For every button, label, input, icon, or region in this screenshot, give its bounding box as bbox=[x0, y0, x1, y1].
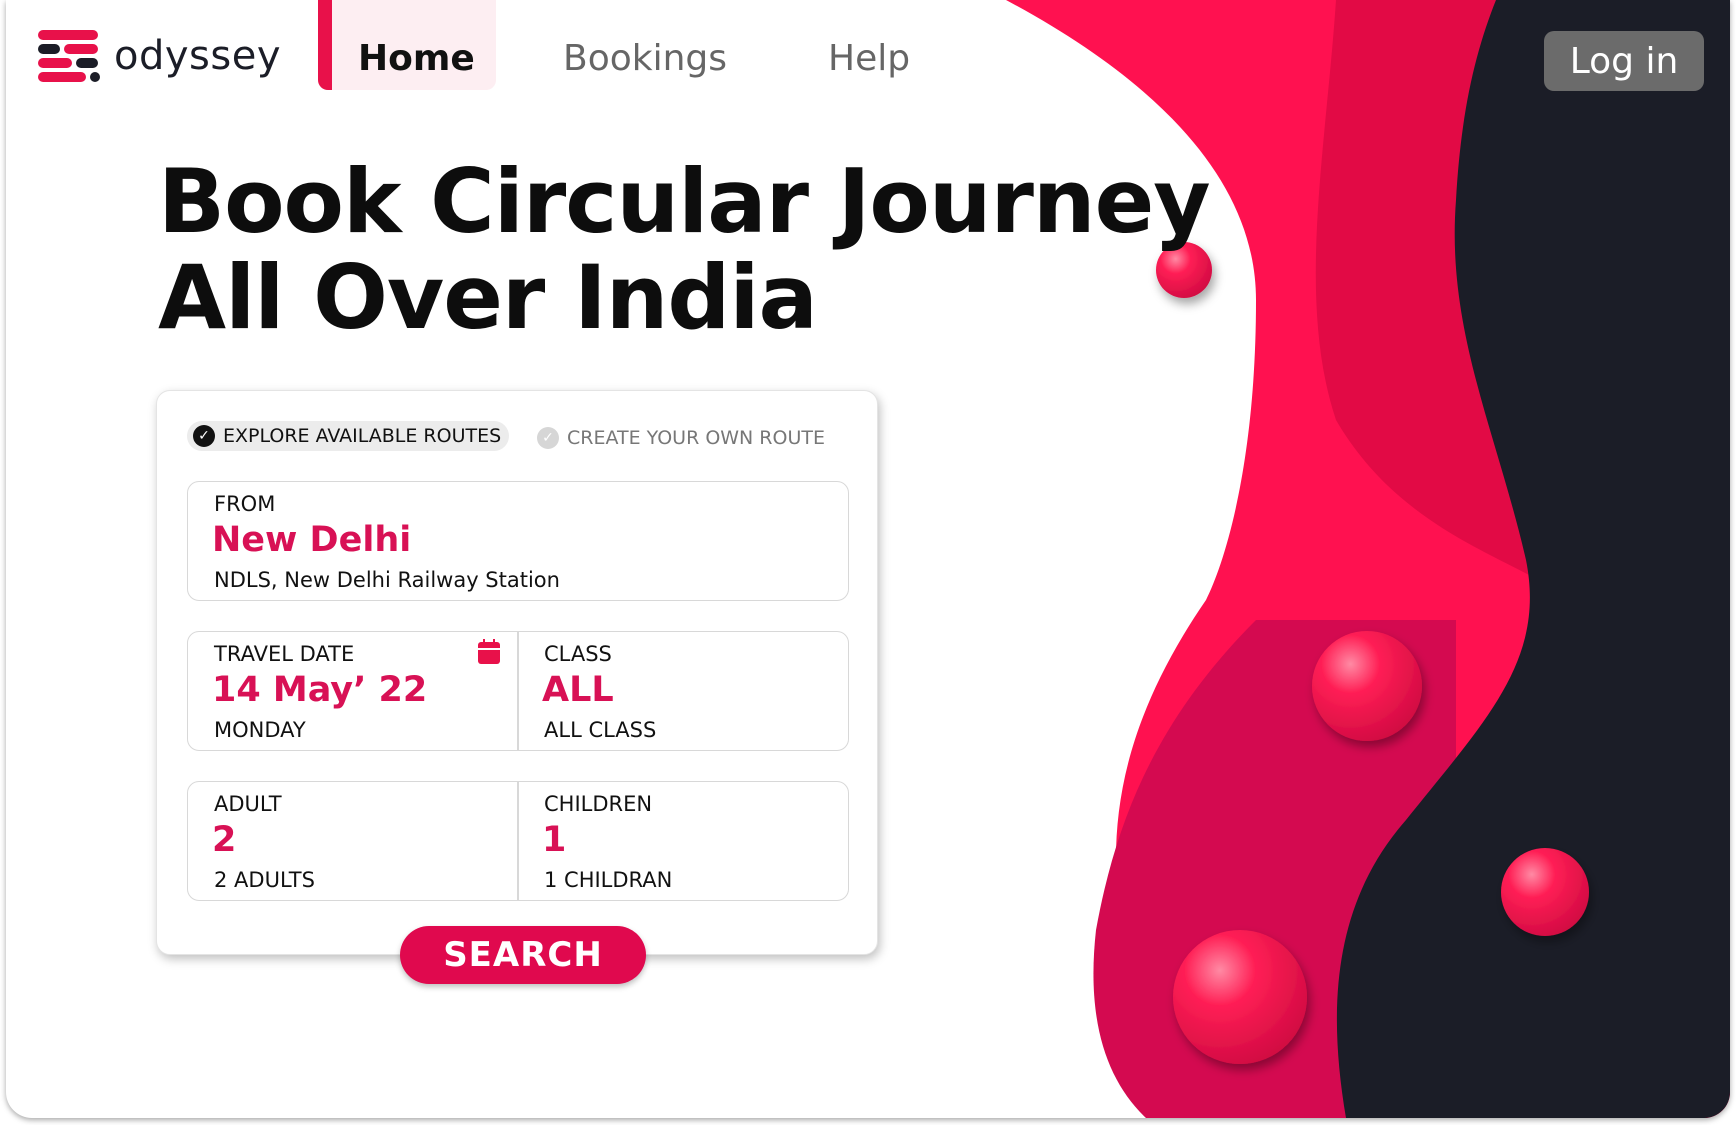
check-circle-icon: ✓ bbox=[537, 427, 559, 449]
from-field[interactable]: FROM New Delhi NDLS, New Delhi Railway S… bbox=[187, 481, 849, 601]
tab-explore-routes[interactable]: ✓ EXPLORE AVAILABLE ROUTES bbox=[187, 421, 510, 451]
check-circle-icon: ✓ bbox=[193, 425, 215, 447]
children-value: 1 bbox=[542, 820, 567, 860]
nav-home-label[interactable]: Home bbox=[358, 38, 475, 79]
hero-heading: Book Circular Journey All Over India bbox=[158, 150, 1211, 349]
hero-line-2: All Over India bbox=[158, 246, 818, 349]
nav-help-link[interactable]: Help bbox=[828, 38, 910, 79]
adult-sub: 2 ADULTS bbox=[214, 868, 315, 892]
nav-bookings-link[interactable]: Bookings bbox=[563, 38, 727, 79]
booking-form-card: ✓ EXPLORE AVAILABLE ROUTES ✓ CREATE YOUR… bbox=[156, 390, 878, 955]
children-field[interactable]: CHILDREN 1 1 CHILDRAN bbox=[518, 782, 847, 900]
travel-date-value: 14 May’ 22 bbox=[212, 670, 428, 710]
search-button[interactable]: SEARCH bbox=[400, 926, 646, 984]
calendar-icon[interactable] bbox=[478, 639, 500, 664]
children-label: CHILDREN bbox=[544, 792, 653, 816]
hero-line-1: Book Circular Journey bbox=[158, 150, 1211, 253]
decorative-sphere bbox=[1173, 930, 1307, 1064]
adult-label: ADULT bbox=[214, 792, 282, 816]
from-station: NDLS, New Delhi Railway Station bbox=[214, 568, 560, 592]
travel-date-field[interactable]: TRAVEL DATE 14 May’ 22 MONDAY bbox=[188, 632, 517, 750]
passengers-row: ADULT 2 2 ADULTS CHILDREN 1 1 CHILDRAN bbox=[187, 781, 849, 901]
children-sub: 1 CHILDRAN bbox=[544, 868, 673, 892]
active-tab-indicator bbox=[318, 0, 332, 90]
tab-explore-label: EXPLORE AVAILABLE ROUTES bbox=[223, 425, 502, 447]
class-sub: ALL CLASS bbox=[544, 718, 657, 742]
class-field[interactable]: CLASS ALL ALL CLASS bbox=[518, 632, 847, 750]
decorative-sphere bbox=[1501, 848, 1589, 936]
tab-create-label: CREATE YOUR OWN ROUTE bbox=[567, 427, 825, 449]
app-window: odyssey Home Bookings Help Log in Book C… bbox=[6, 0, 1730, 1118]
travel-date-label: TRAVEL DATE bbox=[214, 642, 355, 666]
adult-field[interactable]: ADULT 2 2 ADULTS bbox=[188, 782, 517, 900]
decorative-sphere bbox=[1312, 631, 1422, 741]
tab-create-route[interactable]: ✓ CREATE YOUR OWN ROUTE bbox=[537, 423, 825, 453]
logo-mark-icon bbox=[38, 30, 102, 82]
brand-logo[interactable]: odyssey bbox=[38, 30, 281, 82]
class-value: ALL bbox=[542, 670, 614, 710]
travel-day: MONDAY bbox=[214, 718, 306, 742]
class-label: CLASS bbox=[544, 642, 612, 666]
date-class-row: TRAVEL DATE 14 May’ 22 MONDAY CLASS ALL … bbox=[187, 631, 849, 751]
brand-name: odyssey bbox=[114, 33, 281, 79]
login-button[interactable]: Log in bbox=[1544, 31, 1704, 91]
adult-value: 2 bbox=[212, 820, 237, 860]
from-label: FROM bbox=[214, 492, 276, 516]
from-value: New Delhi bbox=[212, 520, 412, 560]
